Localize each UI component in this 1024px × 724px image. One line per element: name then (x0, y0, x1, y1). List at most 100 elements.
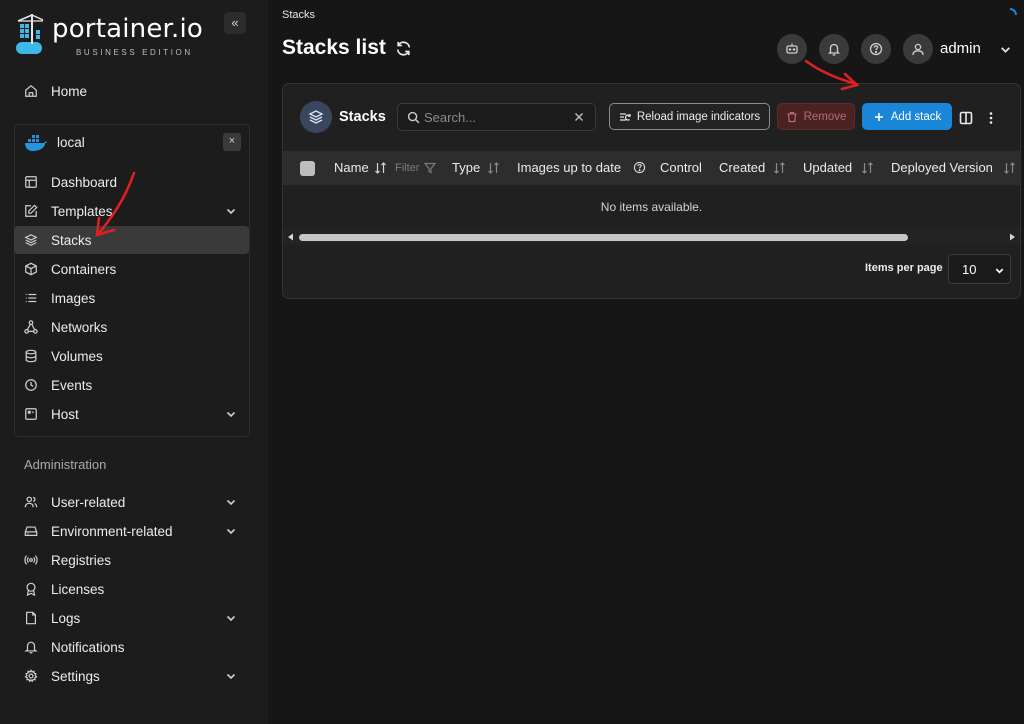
collapse-sidebar-button[interactable]: « (224, 12, 246, 34)
sidebar-item-settings[interactable]: Settings (14, 662, 249, 690)
list-icon (24, 291, 38, 305)
add-stack-button[interactable]: Add stack (862, 103, 952, 130)
chevron-down-icon (226, 208, 236, 215)
reload-image-indicators-button[interactable]: Reload image indicators (609, 103, 770, 130)
column-header-updated[interactable]: Updated (803, 160, 852, 175)
sidebar-item-dashboard[interactable]: Dashboard (14, 168, 249, 196)
sidebar-item-label: Registries (51, 552, 112, 568)
sidebar-item-logs[interactable]: Logs (14, 604, 249, 632)
sidebar-item-environment-related[interactable]: Environment-related (14, 517, 249, 545)
sidebar-item-home[interactable]: Home (14, 77, 249, 105)
close-icon[interactable] (573, 111, 585, 123)
help-icon[interactable] (633, 161, 646, 174)
home-icon (24, 84, 38, 98)
column-header-images-up-to-date[interactable]: Images up to date (517, 160, 621, 175)
scroll-left-icon[interactable] (287, 233, 295, 241)
search-field[interactable] (397, 103, 596, 131)
sidebar-item-user-related[interactable]: User-related (14, 488, 249, 516)
sidebar-item-label: Environment-related (51, 523, 173, 539)
ai-assistant-button[interactable] (777, 34, 807, 64)
sidebar-item-templates[interactable]: Templates (14, 197, 249, 225)
scroll-right-icon[interactable] (1008, 233, 1016, 241)
bell-icon (24, 640, 38, 654)
sort-icon[interactable] (861, 162, 874, 174)
sidebar-item-label: Containers (51, 261, 117, 277)
chevron-down-icon (226, 673, 236, 680)
sidebar-item-label: Templates (51, 203, 113, 219)
sidebar-item-stacks[interactable]: Stacks (14, 226, 249, 254)
sidebar-item-label: Stacks (51, 232, 92, 248)
sort-icon[interactable] (374, 162, 387, 174)
portainer-logo-icon (16, 14, 44, 54)
reload-list-icon (619, 112, 631, 121)
scrollbar-thumb[interactable] (299, 234, 908, 241)
sidebar-item-label: User-related (51, 494, 126, 510)
add-stack-label: Add stack (890, 110, 942, 123)
sort-icon[interactable] (487, 162, 500, 174)
sidebar-item-label: Volumes (51, 348, 103, 364)
breadcrumb[interactable]: Stacks (282, 9, 315, 21)
sort-icon[interactable] (1003, 162, 1016, 174)
sidebar-item-notifications[interactable]: Notifications (14, 633, 249, 661)
filter-icon[interactable] (424, 162, 436, 174)
sidebar-item-containers[interactable]: Containers (14, 255, 249, 283)
user-name[interactable]: admin (940, 40, 981, 57)
close-environment-button[interactable]: × (223, 133, 241, 151)
more-options-icon[interactable] (984, 111, 998, 125)
help-button[interactable] (861, 34, 891, 64)
plus-icon (874, 112, 883, 121)
chevron-down-icon (995, 268, 1004, 274)
panel-title: Stacks (339, 109, 386, 125)
sidebar-item-events[interactable]: Events (14, 371, 249, 399)
layers-icon (24, 233, 38, 247)
brand-name: portainer.io (52, 14, 204, 44)
users-icon (24, 495, 38, 509)
sidebar-item-label: Dashboard (51, 174, 118, 190)
sidebar: portainer.io BUSINESS EDITION « Home loc… (0, 0, 268, 724)
remove-button[interactable]: Remove (777, 103, 855, 130)
sidebar-item-label: Notifications (51, 639, 125, 655)
filter-label[interactable]: Filter (395, 162, 419, 174)
horizontal-scrollbar[interactable] (283, 229, 1020, 245)
user-icon (912, 43, 924, 56)
loading-spinner-icon (1009, 8, 1017, 16)
items-per-page-label: Items per page (865, 262, 943, 274)
sidebar-item-registries[interactable]: Registries (14, 546, 249, 574)
sidebar-item-label: Logs (51, 610, 81, 626)
column-header-type[interactable]: Type (452, 160, 480, 175)
brand[interactable]: portainer.io BUSINESS EDITION (12, 12, 212, 57)
sort-icon[interactable] (773, 162, 786, 174)
sidebar-item-label: Events (51, 377, 93, 393)
sidebar-item-images[interactable]: Images (14, 284, 249, 312)
sidebar-item-networks[interactable]: Networks (14, 313, 249, 341)
award-icon (24, 582, 38, 596)
administration-heading: Administration (24, 457, 107, 472)
user-avatar[interactable] (903, 34, 933, 64)
refresh-icon[interactable] (395, 40, 412, 57)
search-input[interactable] (424, 108, 564, 127)
settings-icon (24, 669, 38, 683)
layers-icon (308, 110, 324, 124)
column-header-control[interactable]: Control (660, 160, 702, 175)
notifications-button[interactable] (819, 34, 849, 64)
column-header-created[interactable]: Created (719, 160, 765, 175)
sidebar-item-host[interactable]: Host (14, 400, 249, 428)
chevron-down-icon (226, 528, 236, 535)
search-icon (407, 111, 420, 124)
column-header-deployed-version[interactable]: Deployed Version (891, 160, 993, 175)
items-per-page-select[interactable]: 10 (948, 254, 1011, 284)
network-icon (24, 320, 38, 334)
sidebar-item-licenses[interactable]: Licenses (14, 575, 249, 603)
sidebar-item-label: Settings (51, 668, 100, 684)
column-header-name[interactable]: Name (334, 160, 369, 175)
bot-icon (786, 43, 798, 54)
columns-icon[interactable] (959, 111, 973, 125)
sidebar-item-volumes[interactable]: Volumes (14, 342, 249, 370)
select-all-checkbox[interactable] (300, 161, 315, 176)
edit-icon (24, 204, 38, 218)
items-per-page-value: 10 (962, 262, 977, 277)
trash-icon (787, 111, 797, 122)
environment-name: local (57, 135, 85, 150)
sidebar-item-label: Images (51, 290, 96, 306)
chevron-down-icon[interactable] (999, 43, 1012, 56)
